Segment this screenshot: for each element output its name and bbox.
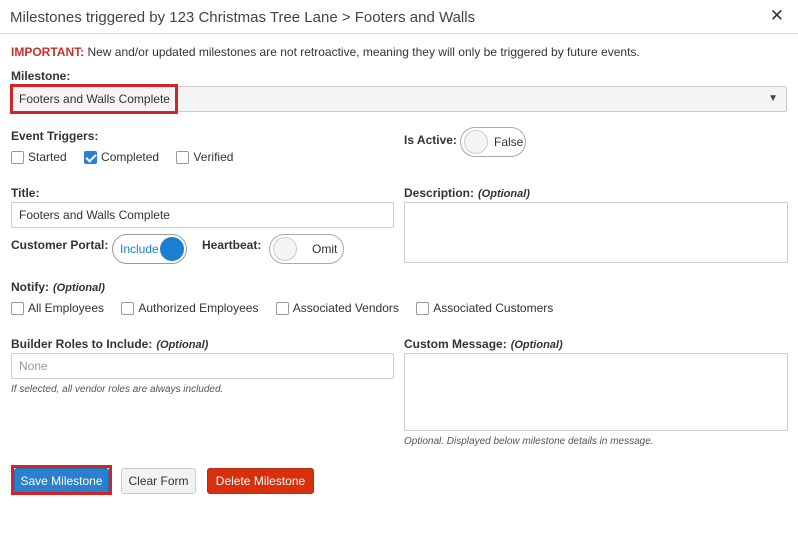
custom-message-label: Custom Message: xyxy=(404,337,507,351)
description-textarea[interactable] xyxy=(404,202,788,263)
checkbox-completed[interactable] xyxy=(84,151,98,164)
checkbox-authorized-employees[interactable] xyxy=(121,302,135,315)
trigger-completed-label: Completed xyxy=(101,150,160,164)
custom-message-hint: Optional. Displayed below milestone deta… xyxy=(404,436,654,447)
builder-roles-label-row: Builder Roles to Include: (Optional) xyxy=(11,337,208,351)
checkbox-verified[interactable] xyxy=(176,151,190,164)
checkbox-associated-vendors[interactable] xyxy=(275,302,289,315)
builder-roles-hint: If selected, all vendor roles are always… xyxy=(11,384,224,395)
dialog-header: Milestones triggered by 123 Christmas Tr… xyxy=(0,0,798,34)
trigger-started[interactable]: Started xyxy=(11,150,67,164)
milestone-dialog: Milestones triggered by 123 Christmas Tr… xyxy=(0,0,798,537)
delete-milestone-button[interactable]: Delete Milestone xyxy=(207,468,314,494)
close-icon[interactable]: ✕ xyxy=(770,6,784,26)
custom-message-optional: (Optional) xyxy=(510,339,563,351)
builder-roles-label: Builder Roles to Include: xyxy=(11,337,153,351)
milestone-highlight-box xyxy=(10,84,178,114)
description-label-row: Description: (Optional) xyxy=(404,186,530,200)
heartbeat-state: Omit xyxy=(312,242,338,256)
customer-portal-state: Include xyxy=(120,242,159,256)
notify-authorized-employees[interactable]: Authorized Employees xyxy=(121,301,258,315)
is-active-label: Is Active: xyxy=(404,133,457,147)
notify-associated-customers-label: Associated Customers xyxy=(433,301,554,315)
notify-group: All Employees Authorized Employees Assoc… xyxy=(11,301,563,315)
chevron-down-icon: ▼ xyxy=(768,93,778,104)
checkbox-all-employees[interactable] xyxy=(11,302,24,315)
trigger-verified-label: Verified xyxy=(193,150,234,164)
notify-label-row: Notify: (Optional) xyxy=(11,280,105,294)
notice-text: New and/or updated milestones are not re… xyxy=(84,45,640,59)
is-active-toggle[interactable]: False xyxy=(460,127,526,157)
trigger-started-label: Started xyxy=(28,150,67,164)
title-input[interactable]: Footers and Walls Complete xyxy=(11,202,394,228)
checkbox-associated-customers[interactable] xyxy=(416,302,430,315)
description-optional: (Optional) xyxy=(478,188,530,200)
notify-associated-vendors-label: Associated Vendors xyxy=(292,301,399,315)
dialog-title: Milestones triggered by 123 Christmas Tr… xyxy=(10,9,476,26)
custom-message-textarea[interactable] xyxy=(404,353,788,431)
event-triggers-group: Started Completed Verified xyxy=(11,150,243,164)
important-notice: IMPORTANT: New and/or updated milestones… xyxy=(11,45,640,59)
heartbeat-toggle[interactable]: Omit xyxy=(269,234,344,264)
notify-all-employees[interactable]: All Employees xyxy=(11,301,104,315)
trigger-completed[interactable]: Completed xyxy=(84,150,159,164)
heartbeat-label: Heartbeat: xyxy=(202,238,262,252)
description-label: Description: xyxy=(404,186,475,200)
customer-portal-toggle[interactable]: Include xyxy=(112,234,187,264)
toggle-knob xyxy=(273,237,297,261)
notify-authorized-employees-label: Authorized Employees xyxy=(138,301,259,315)
clear-form-button[interactable]: Clear Form xyxy=(121,468,196,494)
customer-portal-label: Customer Portal: xyxy=(11,238,109,252)
checkbox-started[interactable] xyxy=(11,151,24,164)
toggle-knob xyxy=(464,130,488,154)
builder-roles-select[interactable]: None xyxy=(11,353,394,379)
notify-associated-customers[interactable]: Associated Customers xyxy=(416,301,553,315)
notify-associated-vendors[interactable]: Associated Vendors xyxy=(275,301,399,315)
save-highlight-box xyxy=(11,465,112,495)
notify-all-employees-label: All Employees xyxy=(28,301,105,315)
event-triggers-label: Event Triggers: xyxy=(11,129,99,143)
builder-roles-optional: (Optional) xyxy=(156,339,209,351)
milestone-label: Milestone: xyxy=(11,69,71,83)
notify-optional: (Optional) xyxy=(53,282,105,294)
trigger-verified[interactable]: Verified xyxy=(176,150,233,164)
toggle-knob xyxy=(160,237,184,261)
is-active-state: False xyxy=(494,135,524,149)
title-label: Title: xyxy=(11,186,40,200)
custom-message-label-row: Custom Message: (Optional) xyxy=(404,337,563,351)
notify-label: Notify: xyxy=(11,280,49,294)
important-label: IMPORTANT: xyxy=(11,45,85,59)
